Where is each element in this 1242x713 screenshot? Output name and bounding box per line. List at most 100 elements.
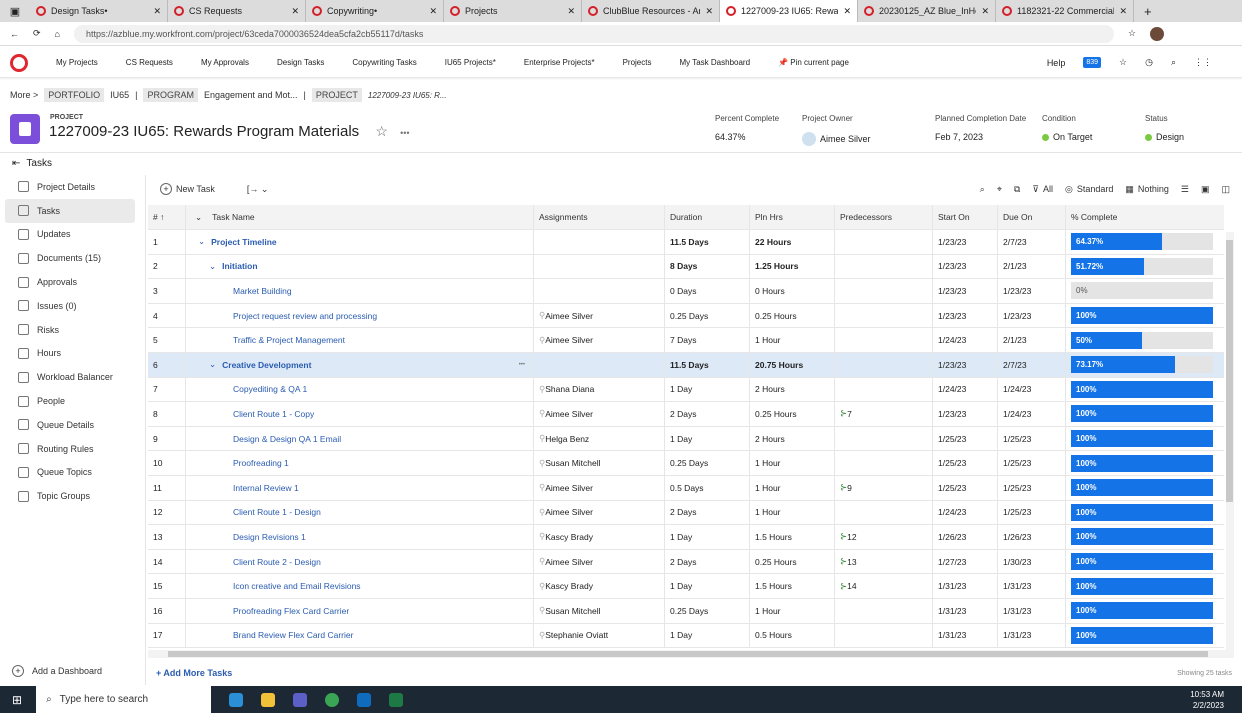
sidebar-item-approvals[interactable]: Approvals: [5, 270, 135, 294]
table-row[interactable]: 12 Client Route 1 - Design ⚲ Aimee Silver 2…: [148, 500, 1224, 526]
table-row[interactable]: 15 Icon creative and Email Revisions ⚲ Kas…: [148, 574, 1224, 599]
assignments-cell[interactable]: ⚲ Stephanie Oviatt: [534, 623, 665, 648]
close-tab-icon[interactable]: ✕: [1119, 6, 1127, 17]
assignments-cell[interactable]: ⚲ Helga Benz: [534, 426, 665, 451]
favorite-star-icon[interactable]: ☆: [375, 123, 388, 139]
start-date-cell[interactable]: 1/23/23: [933, 279, 998, 303]
table-row[interactable]: 1 ⌄ Project Timeline 11.5 Days 22 Hours 1/23/…: [148, 230, 1224, 255]
predecessors-cell[interactable]: [835, 426, 933, 451]
duration-cell[interactable]: 2 Days: [665, 402, 750, 426]
assignments-cell[interactable]: ⚲ Aimee Silver: [534, 475, 665, 500]
home-icon[interactable]: ⌂: [55, 29, 60, 39]
nav-item[interactable]: IU65 Projects*: [431, 58, 510, 67]
notifications-badge[interactable]: 839: [1083, 57, 1102, 68]
assignments-cell[interactable]: ⚲ Aimee Silver: [534, 500, 665, 525]
close-tab-icon[interactable]: ✕: [429, 6, 437, 17]
meta-value-text[interactable]: Aimee Silver: [820, 134, 871, 144]
column-header[interactable]: % Complete: [1066, 205, 1224, 229]
nav-item[interactable]: Enterprise Projects*: [510, 58, 609, 67]
table-row[interactable]: 6 ⌄ Creative Development ••• 11.5 Days 20.75 …: [148, 352, 1224, 378]
due-date-cell[interactable]: 1/31/23: [998, 623, 1066, 648]
planned-hours-cell[interactable]: 0 Hours: [750, 279, 835, 303]
percent-complete-cell[interactable]: 50%: [1066, 328, 1224, 352]
predecessors-cell[interactable]: ⊱ 7: [835, 402, 933, 426]
start-date-cell[interactable]: 1/23/23: [933, 230, 998, 254]
vertical-scroll-thumb[interactable]: [1226, 240, 1233, 502]
apps-grid-icon[interactable]: ⋮⋮: [1194, 57, 1212, 68]
filter-button[interactable]: ⊽ All: [1032, 184, 1053, 195]
new-task-button[interactable]: + New Task: [160, 183, 215, 195]
favorites-icon[interactable]: ☆: [1128, 28, 1136, 39]
planned-hours-cell[interactable]: 1.5 Hours: [750, 574, 835, 598]
search-icon[interactable]: ⌕: [1171, 57, 1176, 68]
table-row[interactable]: 11 Internal Review 1 ⚲ Aimee Silver 0.5 Day…: [148, 475, 1224, 501]
workfront-logo[interactable]: [10, 53, 28, 72]
table-row[interactable]: 13 Design Revisions 1 ⚲ Kascy Brady 1 Day 1.…: [148, 525, 1224, 550]
assignments-cell[interactable]: ⚲ Aimee Silver: [534, 303, 665, 328]
list-view-icon[interactable]: ☰: [1181, 184, 1189, 195]
assignments-cell[interactable]: [534, 279, 665, 303]
duration-cell[interactable]: 1 Day: [665, 426, 750, 451]
planned-hours-cell[interactable]: 0.25 Hours: [750, 303, 835, 328]
task-name-link[interactable]: Client Route 1 - Copy: [233, 409, 314, 419]
duration-cell[interactable]: 0.25 Days: [665, 451, 750, 475]
due-date-cell[interactable]: 1/31/23: [998, 598, 1066, 623]
due-date-cell[interactable]: 1/31/23: [998, 574, 1066, 598]
table-row[interactable]: 10 Proofreading 1 ⚲ Susan Mitchell 0.25 Day…: [148, 451, 1224, 476]
start-date-cell[interactable]: 1/24/23: [933, 328, 998, 352]
browser-tab[interactable]: Projects ✕: [444, 0, 582, 22]
outlook-icon[interactable]: [357, 692, 372, 707]
due-date-cell[interactable]: 1/25/23: [998, 475, 1066, 500]
start-date-cell[interactable]: 1/27/23: [933, 549, 998, 574]
due-date-cell[interactable]: 2/7/23: [998, 352, 1066, 377]
column-header[interactable]: Predecessors: [835, 205, 933, 229]
start-date-cell[interactable]: 1/23/23: [933, 352, 998, 377]
browser-tab[interactable]: 20230125_AZ Blue_InHom ✕: [858, 0, 996, 22]
assignments-cell[interactable]: ⚲ Kascy Brady: [534, 525, 665, 549]
table-row[interactable]: 16 Proofreading Flex Card Carrier ⚲ Susan …: [148, 598, 1224, 624]
planned-hours-cell[interactable]: 1.5 Hours: [750, 525, 835, 549]
hierarchy-icon[interactable]: ⧉: [1014, 184, 1020, 195]
nav-item[interactable]: Projects: [609, 58, 666, 67]
start-date-cell[interactable]: 1/24/23: [933, 500, 998, 525]
due-date-cell[interactable]: 1/23/23: [998, 303, 1066, 328]
predecessors-cell[interactable]: [835, 451, 933, 475]
recent-icon[interactable]: ◷: [1145, 57, 1153, 68]
predecessors-cell[interactable]: [835, 279, 933, 303]
sidebar-item-topic-groups[interactable]: Topic Groups: [5, 484, 135, 508]
duration-cell[interactable]: 1 Day: [665, 623, 750, 648]
planned-hours-cell[interactable]: 1 Hour: [750, 451, 835, 475]
due-date-cell[interactable]: 2/7/23: [998, 230, 1066, 254]
refresh-icon[interactable]: ⟳: [33, 28, 41, 39]
nav-item[interactable]: CS Requests: [112, 58, 187, 67]
column-header[interactable]: Duration: [665, 205, 750, 229]
task-name-link[interactable]: Internal Review 1: [233, 483, 299, 493]
percent-complete-cell[interactable]: 100%: [1066, 525, 1224, 549]
planned-hours-cell[interactable]: 0.25 Hours: [750, 549, 835, 574]
column-header[interactable]: # ↑: [148, 205, 186, 229]
close-tab-icon[interactable]: ✕: [705, 6, 713, 17]
table-row[interactable]: 8 Client Route 1 - Copy ⚲ Aimee Silver 2 Da…: [148, 402, 1224, 427]
duration-cell[interactable]: 0 Days: [665, 279, 750, 303]
view-button[interactable]: ◎ Standard: [1065, 184, 1113, 195]
assignments-cell[interactable]: [534, 254, 665, 279]
percent-complete-cell[interactable]: 100%: [1066, 624, 1224, 648]
predecessors-cell[interactable]: [835, 377, 933, 402]
breadcrumb-portfolio[interactable]: IU65: [110, 90, 129, 100]
sidebar-item-workload-balancer[interactable]: Workload Balancer: [5, 365, 135, 389]
assignments-cell[interactable]: ⚲ Susan Mitchell: [534, 598, 665, 623]
duration-cell[interactable]: 1 Day: [665, 377, 750, 402]
table-row[interactable]: 3 Market Building 0 Days 0 Hours 1/23/23 1/23…: [148, 279, 1224, 304]
breadcrumb-project[interactable]: 1227009-23 IU65: R...: [368, 91, 447, 100]
search-icon[interactable]: ⌕: [980, 184, 985, 195]
task-name-link[interactable]: Client Route 1 - Design: [233, 507, 321, 517]
url-input[interactable]: https://azblue.my.workfront.com/project/…: [73, 24, 1114, 43]
task-name-link[interactable]: Proofreading 1: [233, 458, 289, 468]
timeline-icon[interactable]: ▣: [1201, 184, 1210, 195]
sidebar-item-queue-topics[interactable]: Queue Topics: [5, 461, 135, 485]
row-more-icon[interactable]: •••: [519, 362, 525, 368]
predecessors-cell[interactable]: ⊱ 13: [835, 549, 933, 574]
breadcrumb-program[interactable]: Engagement and Mot...: [204, 90, 298, 100]
start-date-cell[interactable]: 1/23/23: [933, 254, 998, 279]
help-link[interactable]: Help: [1047, 58, 1066, 68]
